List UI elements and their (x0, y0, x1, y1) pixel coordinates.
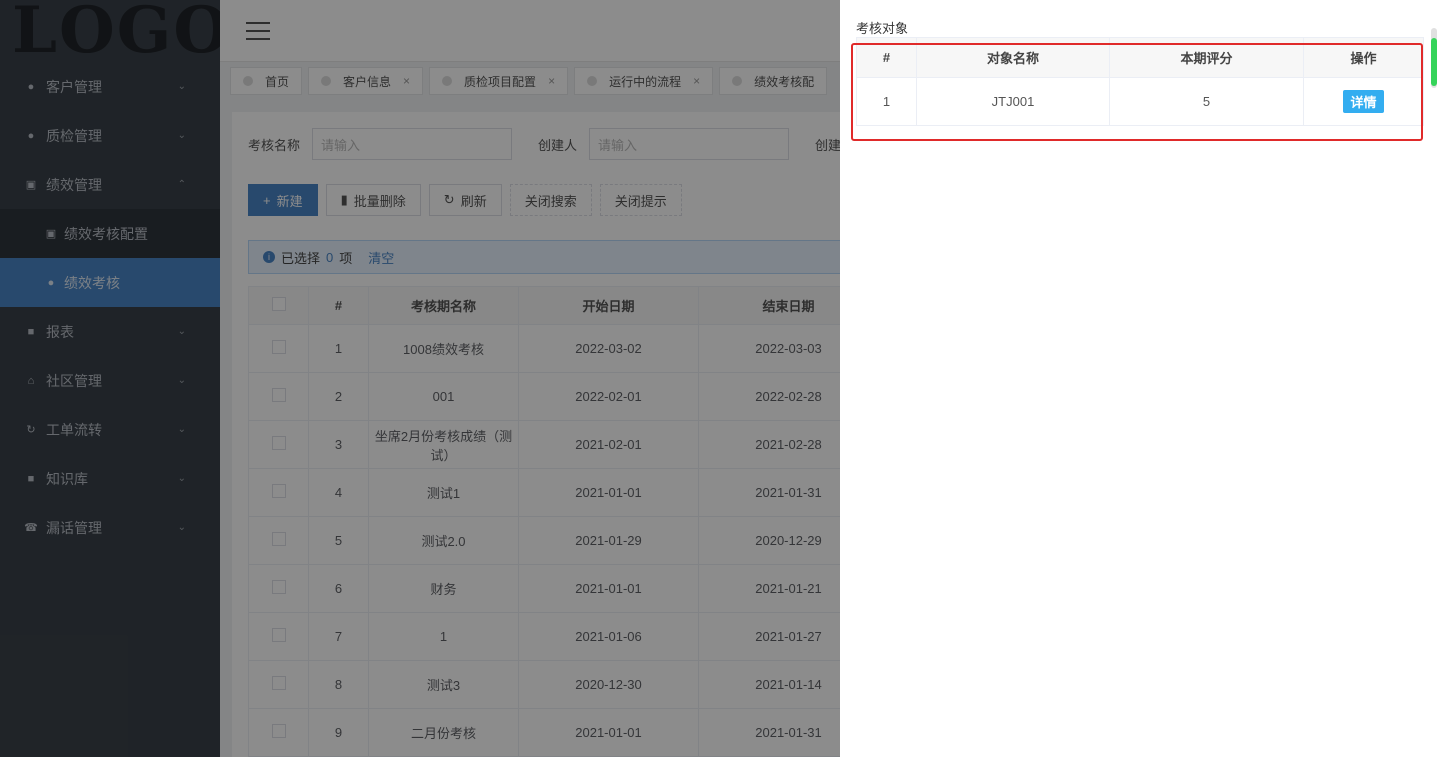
scrollbar[interactable] (1431, 28, 1437, 88)
col-header: 对象名称 (916, 37, 1110, 78)
table-row: 1 JTJ001 5 详情 (856, 77, 1424, 126)
col-header: # (856, 37, 917, 78)
row-number: 1 (856, 77, 917, 126)
scrollbar-thumb[interactable] (1431, 38, 1437, 86)
assessment-object-table: # 对象名称 本期评分 操作 1 JTJ001 5 详情 (856, 37, 1424, 126)
drawer-title: 考核对象 (856, 21, 909, 36)
detail-button[interactable]: 详情 (1343, 90, 1384, 113)
action-cell: 详情 (1303, 77, 1424, 126)
modal-mask[interactable] (0, 0, 840, 757)
drawer-panel: 考核对象 # 对象名称 本期评分 操作 1 JTJ001 5 详情 (840, 0, 1440, 757)
object-name: JTJ001 (916, 77, 1110, 126)
col-header: 操作 (1303, 37, 1424, 78)
score: 5 (1109, 77, 1304, 126)
col-header: 本期评分 (1109, 37, 1304, 78)
